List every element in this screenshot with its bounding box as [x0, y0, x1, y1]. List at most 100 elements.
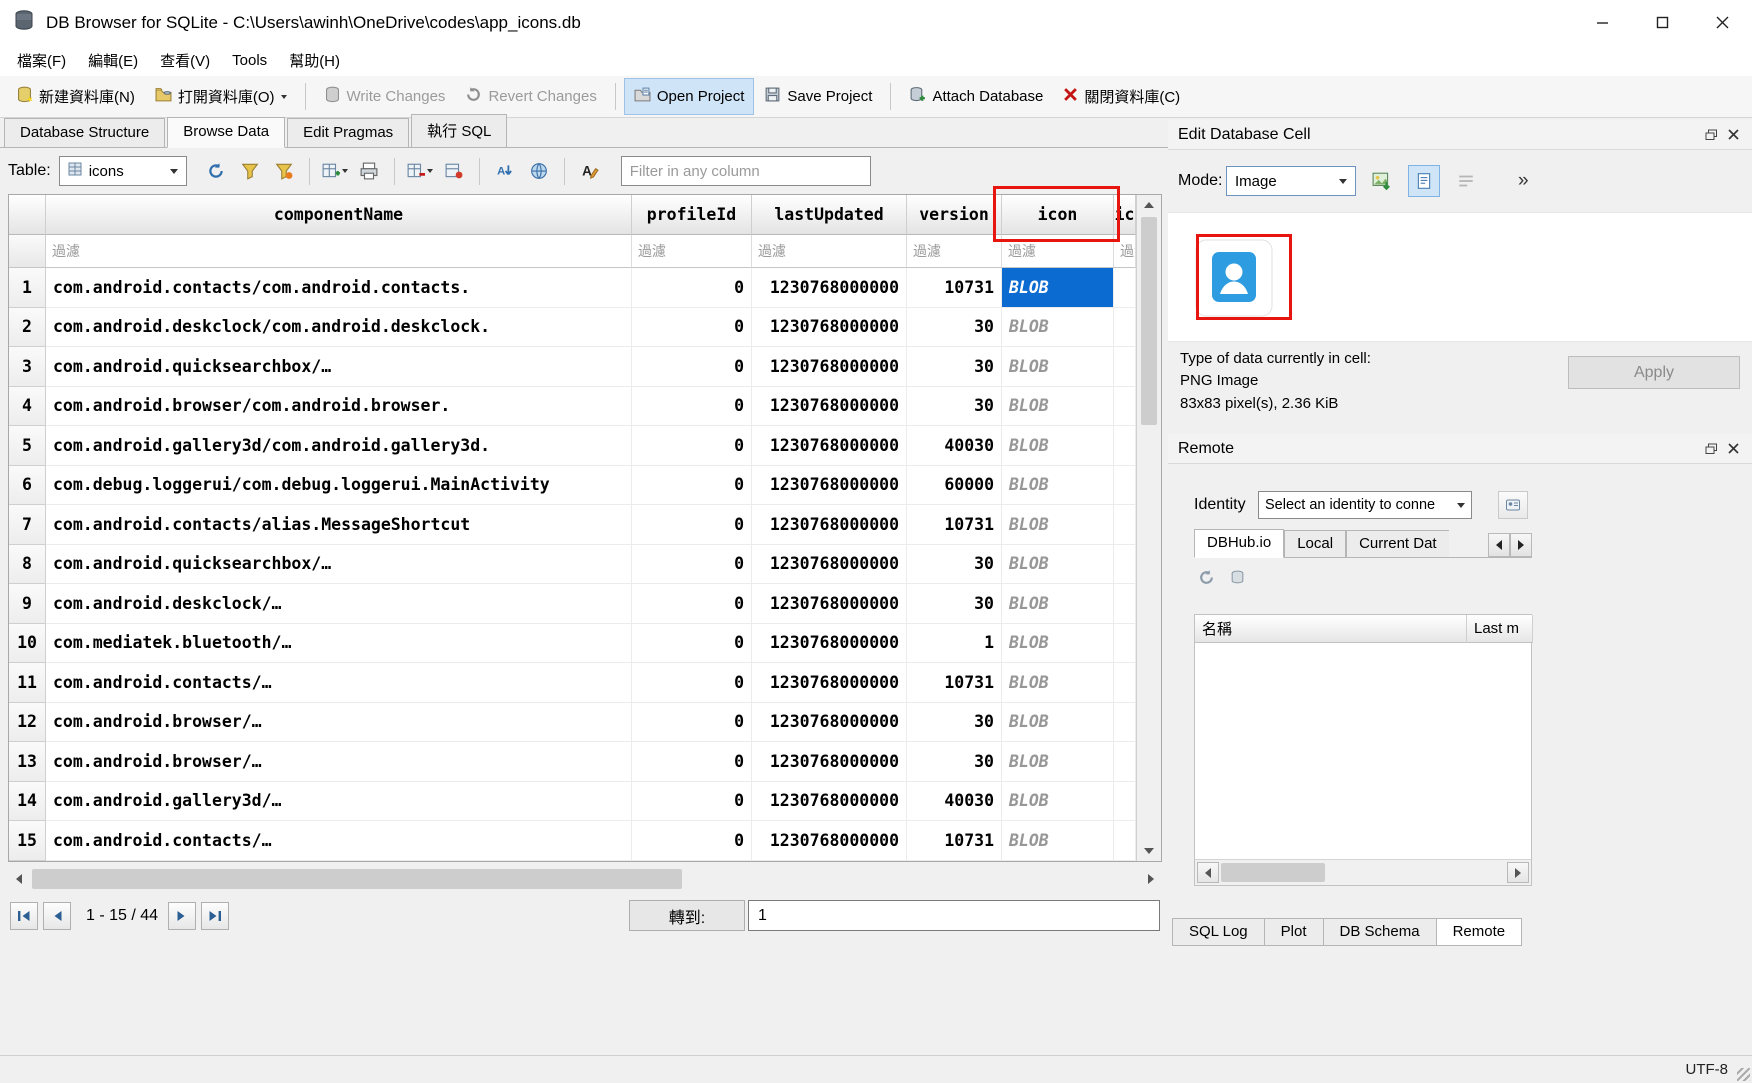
cell-componentName[interactable]: com.android.deskclock/com.android.deskcl…	[46, 308, 632, 348]
filter-input-profileId[interactable]: 過濾	[632, 235, 752, 268]
cell-icon[interactable]: BLOB	[1002, 387, 1114, 427]
cell-partial[interactable]	[1114, 387, 1136, 427]
cell-partial[interactable]	[1114, 584, 1136, 624]
open-project-button[interactable]: Open Project	[624, 78, 755, 115]
cell-version[interactable]: 1	[907, 624, 1002, 664]
cell-icon[interactable]: BLOB	[1002, 466, 1114, 506]
cell-version[interactable]: 10731	[907, 505, 1002, 545]
tab-current-database[interactable]: Current Dat	[1346, 530, 1449, 557]
remote-horizontal-scrollbar[interactable]	[1195, 859, 1531, 885]
first-page-button[interactable]	[10, 902, 38, 930]
cell-profileId[interactable]: 0	[632, 663, 752, 703]
row-number[interactable]: 4	[9, 387, 46, 427]
cell-icon[interactable]: BLOB	[1002, 268, 1114, 308]
cell-profileId[interactable]: 0	[632, 742, 752, 782]
cell-profileId[interactable]: 0	[632, 505, 752, 545]
cell-partial[interactable]	[1114, 426, 1136, 466]
remote-scroll-left-button[interactable]	[1197, 862, 1219, 883]
toolbar-overflow-icon[interactable]: »	[1518, 170, 1529, 192]
cell-partial[interactable]	[1114, 703, 1136, 743]
menu-file[interactable]: 檔案(F)	[6, 45, 77, 76]
cell-version[interactable]: 10731	[907, 663, 1002, 703]
word-wrap-button[interactable]	[1450, 165, 1482, 197]
remote-clone-button[interactable]	[1229, 569, 1246, 590]
row-number[interactable]: 8	[9, 545, 46, 585]
cell-componentName[interactable]: com.android.browser/com.android.browser.	[46, 387, 632, 427]
cell-componentName[interactable]: com.android.quicksearchbox/…	[46, 545, 632, 585]
goto-button[interactable]: 轉到:	[629, 900, 745, 931]
row-number[interactable]: 14	[9, 782, 46, 822]
cell-profileId[interactable]: 0	[632, 624, 752, 664]
save-filters-button[interactable]	[267, 155, 301, 187]
cell-componentName[interactable]: com.android.quicksearchbox/…	[46, 347, 632, 387]
cell-partial[interactable]	[1114, 505, 1136, 545]
table-select[interactable]: icons	[59, 156, 187, 186]
cell-partial[interactable]	[1114, 308, 1136, 348]
cell-lastUpdated[interactable]: 1230768000000	[752, 782, 907, 822]
identity-select[interactable]: Select an identity to conne	[1258, 491, 1472, 519]
cell-icon[interactable]: BLOB	[1002, 703, 1114, 743]
cell-componentName[interactable]: com.android.gallery3d/com.android.galler…	[46, 426, 632, 466]
filter-input-icon[interactable]: 過濾	[1002, 235, 1114, 268]
open-database-dropdown-icon[interactable]	[281, 95, 287, 99]
row-number[interactable]: 3	[9, 347, 46, 387]
remote-column-last-modified[interactable]: Last m	[1467, 615, 1533, 643]
sort-button[interactable]: A	[488, 155, 522, 187]
text-mode-button[interactable]	[1408, 165, 1440, 197]
open-database-button[interactable]: 打開資料庫(O)	[145, 78, 297, 115]
column-header-version[interactable]: version	[907, 195, 1002, 235]
cell-profileId[interactable]: 0	[632, 703, 752, 743]
remote-table-body[interactable]	[1195, 643, 1531, 859]
cell-lastUpdated[interactable]: 1230768000000	[752, 663, 907, 703]
filter-input-version[interactable]: 過濾	[907, 235, 1002, 268]
cell-icon[interactable]: BLOB	[1002, 782, 1114, 822]
tab-execute-sql[interactable]: 執行 SQL	[411, 114, 507, 147]
edit-cell-button[interactable]: A	[573, 155, 607, 187]
cell-version[interactable]: 10731	[907, 268, 1002, 308]
encoding-label[interactable]: UTF-8	[1686, 1061, 1729, 1078]
scroll-down-button[interactable]	[1137, 841, 1161, 861]
new-record-button[interactable]	[318, 155, 352, 187]
cell-profileId[interactable]: 0	[632, 308, 752, 348]
cell-icon[interactable]: BLOB	[1002, 426, 1114, 466]
cell-componentName[interactable]: com.android.browser/…	[46, 703, 632, 743]
delete-record-button[interactable]	[403, 155, 437, 187]
maximize-button[interactable]	[1632, 0, 1692, 45]
row-number[interactable]: 2	[9, 308, 46, 348]
filter-any-column-input[interactable]	[621, 156, 871, 186]
cell-version[interactable]: 40030	[907, 426, 1002, 466]
scroll-left-button[interactable]	[8, 866, 30, 892]
close-database-button[interactable]: 關閉資料庫(C)	[1053, 78, 1190, 115]
previous-page-button[interactable]	[43, 902, 71, 930]
cell-icon[interactable]: BLOB	[1002, 505, 1114, 545]
cell-icon[interactable]: BLOB	[1002, 545, 1114, 585]
goto-record-input[interactable]	[748, 900, 1160, 931]
menu-edit[interactable]: 編輯(E)	[77, 45, 149, 76]
tab-local[interactable]: Local	[1284, 530, 1346, 557]
remote-refresh-button[interactable]	[1198, 569, 1215, 590]
cell-partial[interactable]	[1114, 821, 1136, 861]
filter-input-componentName[interactable]: 過濾	[46, 235, 632, 268]
menu-view[interactable]: 查看(V)	[149, 45, 221, 76]
cell-profileId[interactable]: 0	[632, 387, 752, 427]
row-number[interactable]: 9	[9, 584, 46, 624]
filter-input-lastUpdated[interactable]: 過濾	[752, 235, 907, 268]
column-header-lastUpdated[interactable]: lastUpdated	[752, 195, 907, 235]
write-changes-button[interactable]: Write Changes	[314, 78, 456, 115]
cell-lastUpdated[interactable]: 1230768000000	[752, 387, 907, 427]
cell-componentName[interactable]: com.debug.loggerui/com.debug.loggerui.Ma…	[46, 466, 632, 506]
cell-componentName[interactable]: com.android.contacts/com.android.contact…	[46, 268, 632, 308]
cell-lastUpdated[interactable]: 1230768000000	[752, 347, 907, 387]
menu-tools[interactable]: Tools	[221, 47, 278, 74]
dock-splitter[interactable]	[1168, 424, 1752, 432]
cell-icon[interactable]: BLOB	[1002, 584, 1114, 624]
dock-tab-db-schema[interactable]: DB Schema	[1323, 918, 1437, 946]
clear-filters-button[interactable]	[233, 155, 267, 187]
scroll-up-button[interactable]	[1137, 195, 1161, 215]
cell-profileId[interactable]: 0	[632, 426, 752, 466]
cell-icon[interactable]: BLOB	[1002, 347, 1114, 387]
cell-version[interactable]: 30	[907, 584, 1002, 624]
cell-lastUpdated[interactable]: 1230768000000	[752, 742, 907, 782]
cell-profileId[interactable]: 0	[632, 466, 752, 506]
cell-version[interactable]: 40030	[907, 782, 1002, 822]
